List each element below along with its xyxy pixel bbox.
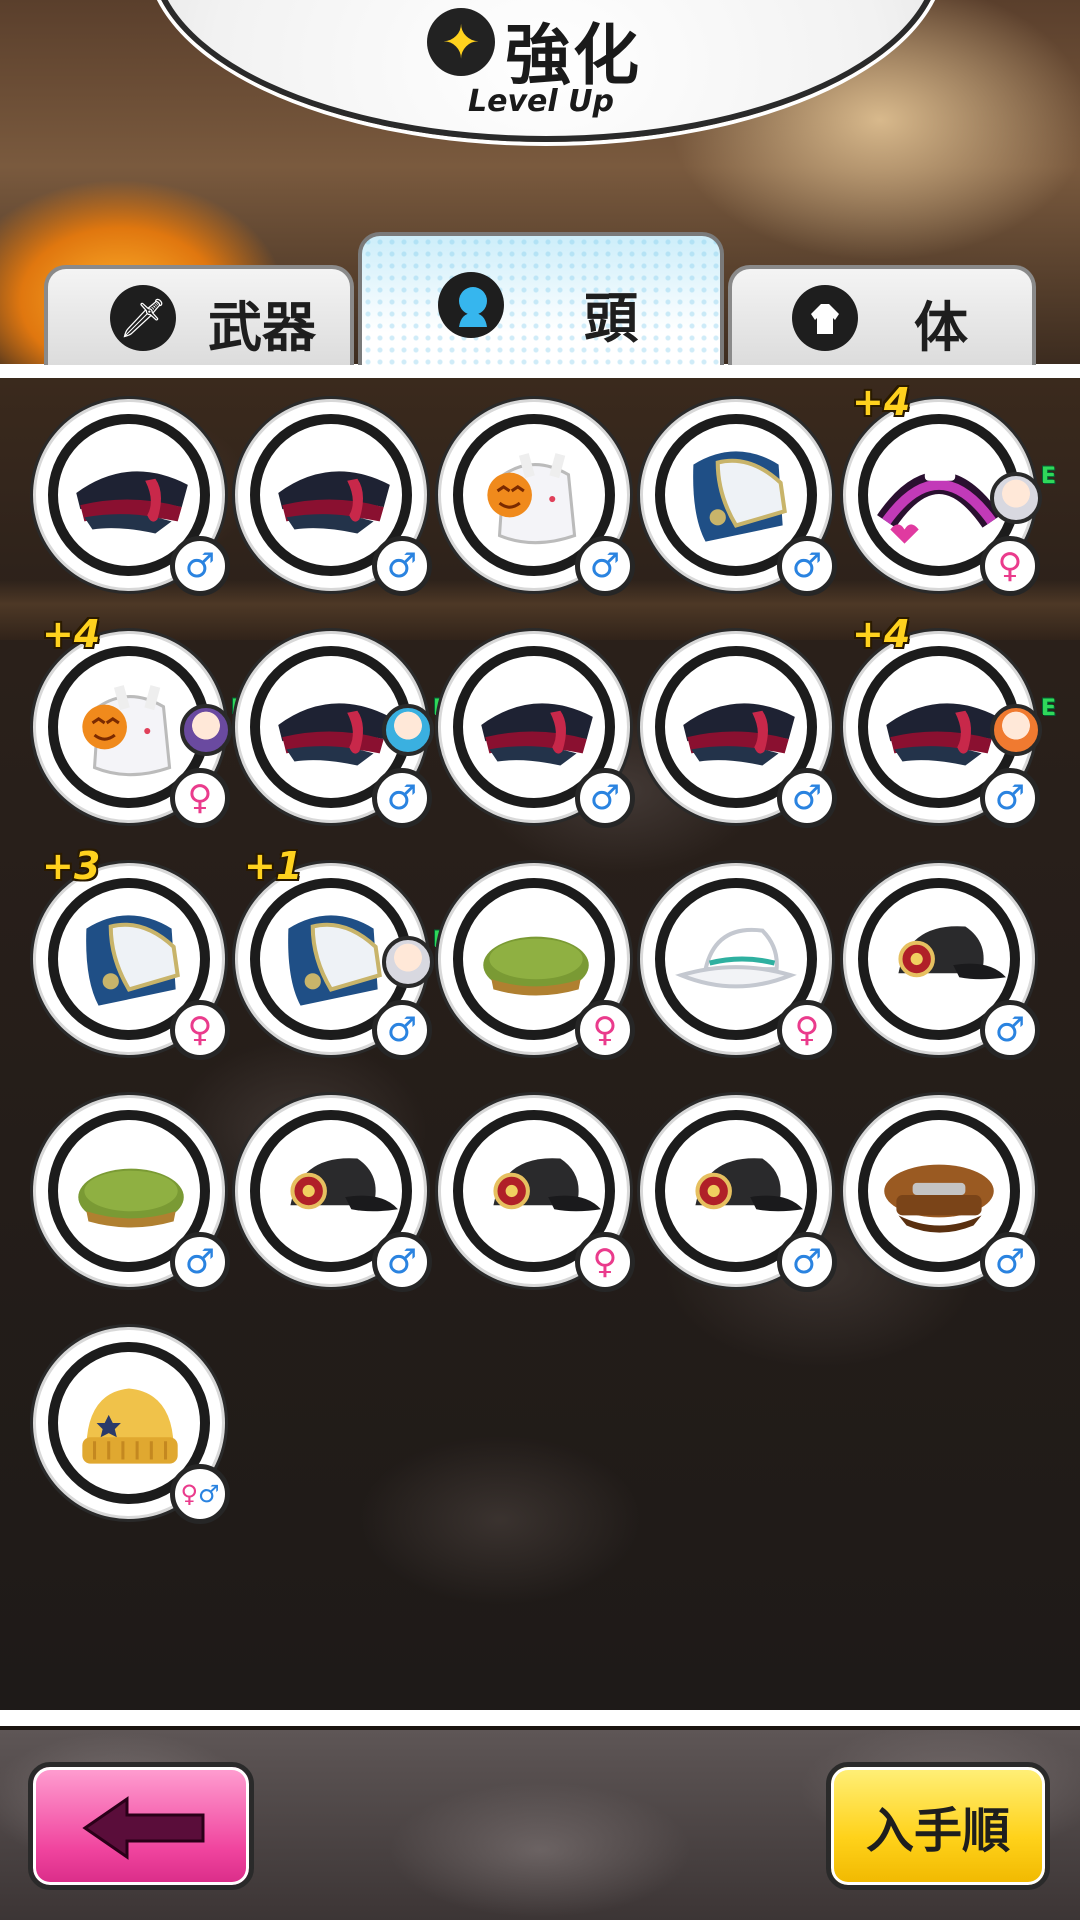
gender-badge: ♂ [777,768,837,828]
gender-badge: ♂ [170,536,230,596]
enhance-level-badge: +3 [42,844,101,888]
item-black-cap[interactable]: ♂ [846,866,1040,1060]
enhance-level-badge: +4 [42,612,101,656]
enhance-level-badge: +1 [244,844,303,888]
item-navy-officer-cap[interactable]: E ♂ [238,634,448,828]
item-navy-officer-cap[interactable]: E ♂ +4 [846,612,1056,828]
item-white-fedora[interactable]: ♀ [643,866,837,1060]
tab-head[interactable]: 頭 [358,232,724,365]
item-blue-helmet[interactable]: ♂ [643,402,837,596]
item-blue-helmet[interactable]: ♀ +3 [36,844,230,1060]
equipped-mark: E [1040,696,1056,721]
body-icon [792,285,858,351]
back-button[interactable] [28,1762,254,1890]
equipped-mark: E [1040,464,1056,489]
item-navy-officer-cap[interactable]: ♂ [643,634,837,828]
divider-bottom [0,1710,1080,1726]
tab-body[interactable]: 体 [728,265,1036,365]
background-shelf [0,580,1080,640]
item-pumpkin-ghost-hat[interactable]: E ♀ +4 [36,612,246,828]
item-black-cap[interactable]: ♀ [441,1098,635,1292]
gender-badge: ♂ [777,536,837,596]
gender-badge: ♂ [980,1232,1040,1292]
equipped-character-avatar [180,704,232,756]
equipped-character-avatar [990,472,1042,524]
gender-badge: ♀ [170,1000,230,1060]
sort-order-button[interactable]: 入手順 [826,1762,1050,1890]
tab-body-label: 体 [914,296,968,359]
gender-badge: ♂ [372,768,432,828]
item-black-cap[interactable]: ♂ [238,1098,432,1292]
tab-weapon-label: 武器 [208,296,316,359]
enhance-level-badge: +4 [852,612,911,656]
item-navy-officer-cap[interactable]: ♂ [441,634,635,828]
item-pink-heart-headband[interactable]: E ♀ +4 [846,380,1056,596]
sword-icon: 🗡 [110,285,176,351]
head-icon [438,272,504,338]
tab-head-label: 頭 [584,287,638,350]
item-pumpkin-ghost-hat[interactable]: ♂ [441,402,635,596]
item-green-beret[interactable]: ♀ [441,866,635,1060]
gender-badge: ♂ [980,1000,1040,1060]
tab-weapon[interactable]: 🗡 武器 [44,265,354,365]
item-green-beret[interactable]: ♂ [36,1098,230,1292]
gender-badge: ♀ [170,768,230,828]
sparkle-icon: ✦ [427,8,495,76]
gender-badge: ♀ [980,536,1040,596]
gender-badge: ♀ ♂ [170,1464,230,1524]
item-navy-officer-cap[interactable]: ♂ [238,402,432,596]
item-yellow-knit-beanie[interactable]: ♀ ♂ [36,1330,230,1524]
equipped-character-avatar [382,936,434,988]
divider-top [0,364,1080,378]
gender-badge: ♂ [575,768,635,828]
gender-badge: ♂ [372,1000,432,1060]
gender-badge: ♀ [575,1232,635,1292]
item-brown-casquette[interactable]: ♂ [846,1098,1040,1292]
gender-badge: ♂ [372,1232,432,1292]
gender-badge: ♂ [777,1232,837,1292]
gender-badge: ♂ [980,768,1040,828]
item-navy-officer-cap[interactable]: ♂ [36,402,230,596]
item-black-cap[interactable]: ♂ [643,1098,837,1292]
back-arrow-icon [82,1796,205,1860]
gender-badge: ♂ [372,536,432,596]
gender-badge: ♂ [170,1232,230,1292]
enhance-level-badge: +4 [852,380,911,424]
item-blue-helmet[interactable]: E ♂ +1 [238,844,448,1060]
equipped-character-avatar [990,704,1042,756]
gender-badge: ♀ [777,1000,837,1060]
page-subtitle: Level Up [468,84,614,119]
gender-badge: ♀ [575,1000,635,1060]
gender-badge: ♂ [575,536,635,596]
equipped-character-avatar [382,704,434,756]
